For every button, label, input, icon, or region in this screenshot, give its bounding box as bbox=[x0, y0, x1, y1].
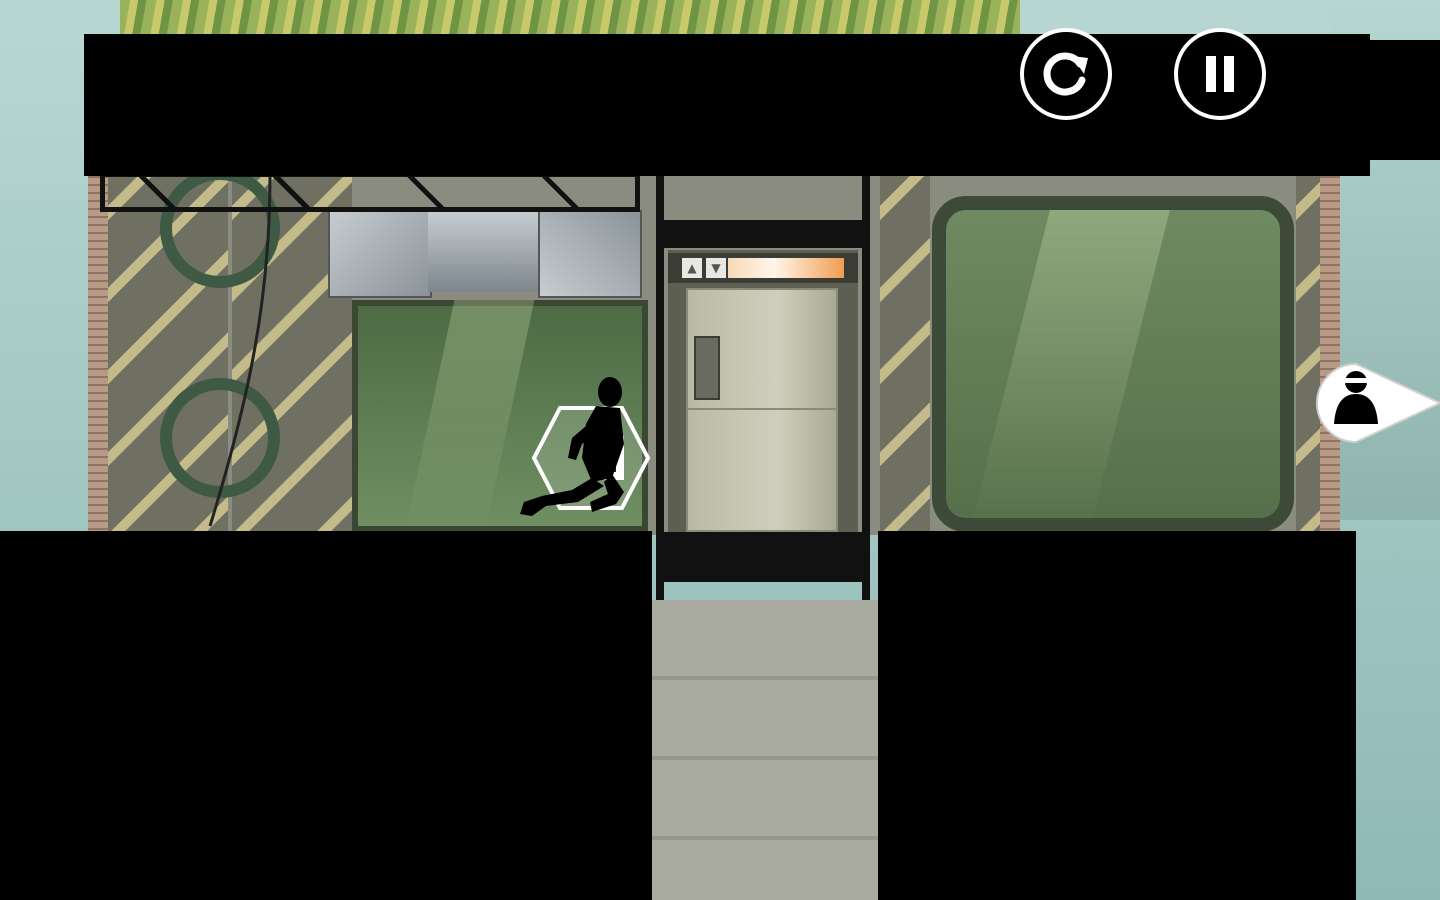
elevator-door-seam bbox=[688, 408, 836, 410]
elevator-top-beam bbox=[656, 220, 870, 248]
elevator-down-icon: ▼ bbox=[706, 258, 726, 278]
elevator-bottom-beam bbox=[656, 532, 870, 582]
brick-pillar-right bbox=[1320, 170, 1340, 535]
player-runner-silhouette bbox=[520, 377, 624, 516]
hazard-wall-panel-c bbox=[880, 172, 930, 532]
air-vent-left bbox=[328, 210, 432, 298]
restart-icon bbox=[1043, 52, 1088, 96]
pause-icon bbox=[1206, 56, 1234, 92]
elevator-progress-bar bbox=[728, 258, 844, 278]
elevator-up-icon: ▲ bbox=[682, 258, 702, 278]
elevator-keypad[interactable] bbox=[694, 336, 720, 400]
hanging-cable bbox=[208, 176, 272, 527]
offscreen-guard-marker[interactable] bbox=[1316, 362, 1440, 444]
air-duct bbox=[428, 212, 538, 292]
floor-platform-right bbox=[878, 531, 1356, 900]
brick-pillar-left bbox=[88, 170, 108, 535]
restart-button[interactable] bbox=[1020, 28, 1112, 120]
ceiling-truss bbox=[100, 172, 640, 212]
floor-platform-left bbox=[0, 531, 652, 900]
elevator-shaft bbox=[652, 600, 878, 900]
pause-button[interactable] bbox=[1174, 28, 1266, 120]
elevator-door[interactable] bbox=[686, 288, 838, 532]
air-vent-right bbox=[538, 210, 642, 298]
ceiling-slab-edge bbox=[1370, 40, 1440, 160]
hazard-wall-panel-d bbox=[1296, 172, 1320, 532]
